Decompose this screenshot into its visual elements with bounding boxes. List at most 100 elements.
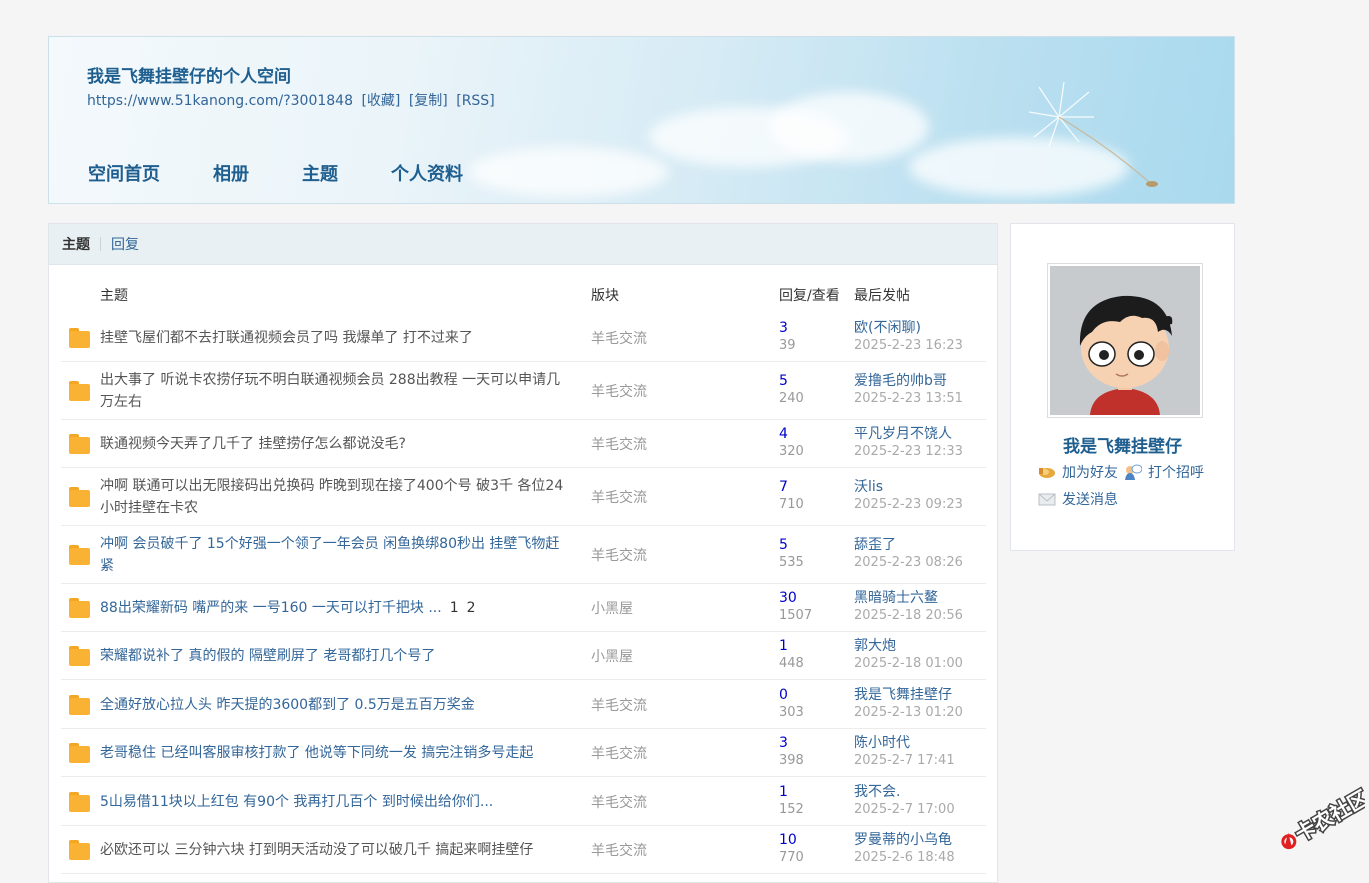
last-post: 我是飞舞挂壁仔 2025-2-13 01:20 — [854, 687, 963, 721]
view-count: 1507 — [779, 608, 813, 623]
thread-forum[interactable]: 羊毛交流 — [591, 434, 647, 454]
thread-subject-text[interactable]: 冲啊 会员破千了 15个好强一个领了一年会员 闲鱼换绑80秒出 挂壁飞物赶紧 — [100, 536, 559, 574]
thread-subject-text[interactable]: 冲啊 联通可以出无限接码出兑换码 昨晚到现在接了400个号 破3千 各位24小时… — [100, 478, 563, 516]
last-post-user[interactable]: 我是飞舞挂壁仔 — [854, 687, 963, 704]
thread-forum[interactable]: 羊毛交流 — [591, 792, 647, 812]
reply-count[interactable]: 30 — [779, 590, 812, 607]
svg-text:卡农社区: 卡农社区 — [1291, 785, 1365, 846]
tab-divider — [100, 237, 101, 251]
thread-forum[interactable]: 羊毛交流 — [591, 545, 647, 565]
thread-subject[interactable]: 必欧还可以 三分钟六块 打到明天活动没了可以破几千 搞起来啊挂壁仔 — [100, 839, 570, 861]
folder-icon — [69, 598, 90, 618]
nav-home[interactable]: 空间首页 — [88, 160, 160, 186]
send-message-button[interactable]: 发送消息 — [1038, 489, 1118, 509]
profile-name[interactable]: 我是飞舞挂壁仔 — [1011, 432, 1234, 457]
last-post-user[interactable]: 陈小时代 — [854, 735, 955, 752]
last-post-user[interactable]: 平凡岁月不饶人 — [854, 426, 963, 443]
view-count: 303 — [779, 704, 804, 720]
thread-subject-text[interactable]: 出大事了 听说卡农捞仔玩不明白联通视频会员 288出教程 一天可以申请几万左右 — [100, 372, 560, 410]
last-post: 罗曼蒂的小乌龟 2025-2-6 18:48 — [854, 832, 955, 866]
last-post-time: 2025-2-6 18:48 — [854, 850, 955, 865]
thread-subject[interactable]: 全通好放心拉人头 昨天提的3600都到了 0.5万是五百万奖金 — [100, 694, 570, 716]
rss-link[interactable]: [RSS] — [456, 93, 494, 109]
tab-replies[interactable]: 回复 — [111, 234, 139, 254]
thread-subject[interactable]: 联通视频今天弄了几千了 挂壁捞仔怎么都说没毛? — [100, 433, 570, 455]
view-count: 39 — [779, 338, 796, 353]
col-forum: 版块 — [591, 288, 619, 304]
thread-subject[interactable]: 冲啊 联通可以出无限接码出兑换码 昨晚到现在接了400个号 破3千 各位24小时… — [100, 475, 570, 519]
reply-count[interactable]: 4 — [779, 426, 804, 443]
last-post-user[interactable]: 郭大炮 — [854, 638, 963, 655]
thread-forum[interactable]: 羊毛交流 — [591, 487, 647, 507]
thread-subject[interactable]: 挂壁飞屋们都不去打联通视频会员了吗 我爆单了 打不过来了 — [100, 327, 570, 349]
avatar[interactable] — [1047, 263, 1203, 418]
page-link[interactable]: 1 — [450, 600, 459, 616]
last-post-user[interactable]: 沃lis — [854, 479, 963, 496]
thread-subject[interactable]: 老哥稳住 已经叫客服审核打款了 他说等下同统一发 搞完注销多号走起 — [100, 742, 570, 764]
nav-threads[interactable]: 主题 — [302, 160, 338, 186]
last-post-user[interactable]: 欧(不闲聊) — [854, 320, 963, 337]
favorite-link[interactable]: [收藏] — [361, 93, 400, 109]
reply-count[interactable]: 5 — [779, 373, 804, 390]
greet-label: 打个招呼 — [1148, 465, 1204, 481]
envelope-icon — [1038, 491, 1056, 507]
thread-forum[interactable]: 羊毛交流 — [591, 840, 647, 860]
thread-subject[interactable]: 出大事了 听说卡农捞仔玩不明白联通视频会员 288出教程 一天可以申请几万左右 — [100, 369, 570, 413]
thread-subject-text[interactable]: 老哥稳住 已经叫客服审核打款了 他说等下同统一发 搞完注销多号走起 — [100, 745, 533, 761]
thread-forum[interactable]: 小黑屋 — [591, 646, 633, 666]
thread-subject[interactable]: 88出荣耀新码 嘴严的来 一号160 一天可以打千把块 ... 1 2 — [100, 597, 570, 619]
thread-subject-text[interactable]: 联通视频今天弄了几千了 挂壁捞仔怎么都说没毛? — [100, 436, 406, 452]
col-last-post: 最后发帖 — [854, 288, 910, 304]
last-post-user[interactable]: 黑暗骑士六鳌 — [854, 590, 963, 607]
view-count: 710 — [779, 497, 804, 512]
watermark-logo: 卡农社区 — [1281, 784, 1369, 850]
tab-threads[interactable]: 主题 — [62, 234, 90, 254]
greet-button[interactable]: 打个招呼 — [1124, 462, 1204, 482]
last-post-user[interactable]: 罗曼蒂的小乌龟 — [854, 832, 955, 849]
thread-forum[interactable]: 小黑屋 — [591, 598, 633, 618]
thread-subject-text[interactable]: 88出荣耀新码 嘴严的来 一号160 一天可以打千把块 ... — [100, 600, 442, 616]
reply-count[interactable]: 5 — [779, 537, 804, 554]
thread-forum[interactable]: 羊毛交流 — [591, 328, 647, 348]
reply-count[interactable]: 1 — [779, 784, 804, 801]
folder-icon — [69, 381, 90, 401]
thread-stats: 10 770 — [779, 832, 804, 866]
thread-forum[interactable]: 羊毛交流 — [591, 381, 647, 401]
thread-forum[interactable]: 羊毛交流 — [591, 695, 647, 715]
col-stats: 回复/查看 — [779, 288, 840, 304]
add-friend-button[interactable]: 加为好友 — [1038, 462, 1118, 482]
thread-subject[interactable]: 冲啊 会员破千了 15个好强一个领了一年会员 闲鱼换绑80秒出 挂壁飞物赶紧 — [100, 533, 570, 577]
space-title[interactable]: 我是飞舞挂壁仔的个人空间 — [87, 62, 291, 87]
last-post: 陈小时代 2025-2-7 17:41 — [854, 735, 955, 769]
thread-forum[interactable]: 羊毛交流 — [591, 743, 647, 763]
space-url[interactable]: https://www.51kanong.com/?3001848 — [87, 93, 353, 109]
reply-count[interactable]: 7 — [779, 479, 804, 496]
nav-album[interactable]: 相册 — [213, 160, 249, 186]
last-post-time: 2025-2-23 13:51 — [854, 391, 963, 406]
last-post-user[interactable]: 舔歪了 — [854, 537, 963, 554]
last-post-user[interactable]: 我不会. — [854, 784, 955, 801]
thread-row: 老哥稳住 已经叫客服审核打款了 他说等下同统一发 搞完注销多号走起 羊毛交流 3 39… — [61, 729, 986, 777]
last-post-user[interactable]: 爱撸毛的帅b哥 — [854, 373, 963, 390]
copy-link[interactable]: [复制] — [409, 93, 448, 109]
thread-subject-text[interactable]: 挂壁飞屋们都不去打联通视频会员了吗 我爆单了 打不过来了 — [100, 330, 473, 346]
thread-subject-text[interactable]: 必欧还可以 三分钟六块 打到明天活动没了可以破几千 搞起来啊挂壁仔 — [100, 842, 533, 858]
reply-count[interactable]: 3 — [779, 320, 796, 337]
reply-count[interactable]: 1 — [779, 638, 804, 655]
reply-count[interactable]: 0 — [779, 687, 804, 704]
reply-count[interactable]: 3 — [779, 735, 804, 752]
reply-count[interactable]: 10 — [779, 832, 804, 849]
page-link[interactable]: 2 — [467, 600, 476, 616]
thread-subject-text[interactable]: 5山易借11块以上红包 有90个 我再打几百个 到时候出给你们... — [100, 794, 493, 810]
thread-subject[interactable]: 5山易借11块以上红包 有90个 我再打几百个 到时候出给你们... — [100, 791, 570, 813]
thread-subject-text[interactable]: 荣耀都说补了 真的假的 隔壁刷屏了 老哥都打几个号了 — [100, 648, 435, 664]
nav-profile[interactable]: 个人资料 — [391, 160, 463, 186]
last-post: 平凡岁月不饶人 2025-2-23 12:33 — [854, 426, 963, 460]
last-post-time: 2025-2-7 17:00 — [854, 801, 955, 817]
thread-subject[interactable]: 荣耀都说补了 真的假的 隔壁刷屏了 老哥都打几个号了 — [100, 645, 570, 667]
thread-subject-text[interactable]: 全通好放心拉人头 昨天提的3600都到了 0.5万是五百万奖金 — [100, 697, 475, 713]
folder-icon — [69, 545, 90, 565]
thread-row: 88出荣耀新码 嘴严的来 一号160 一天可以打千把块 ... 1 2 小黑屋 30 15… — [61, 584, 986, 632]
view-count: 240 — [779, 391, 804, 406]
thread-stats: 1 152 — [779, 784, 804, 818]
